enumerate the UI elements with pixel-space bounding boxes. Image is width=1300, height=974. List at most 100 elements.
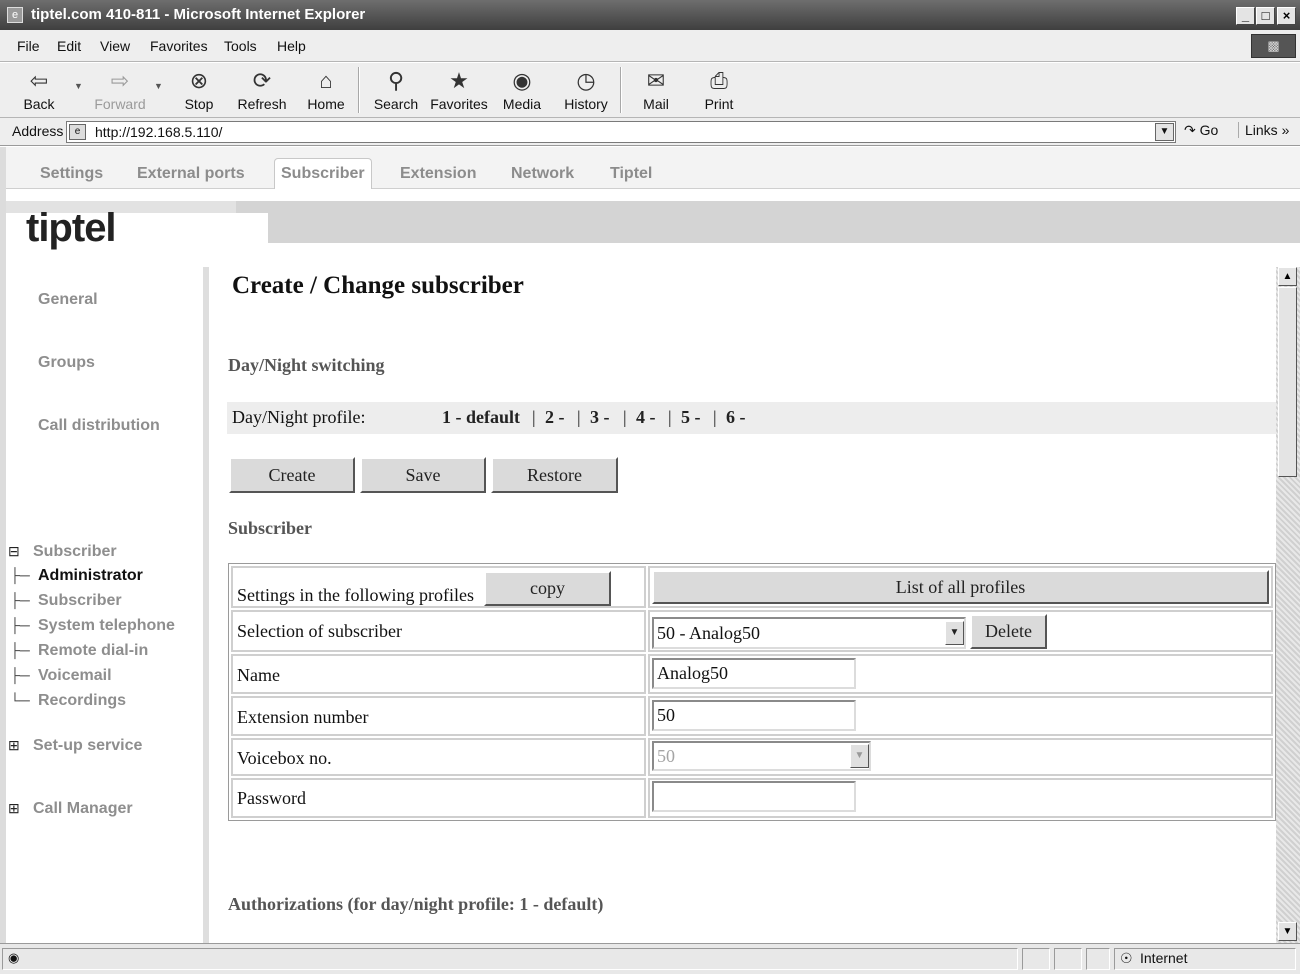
status-panel [1022, 948, 1050, 970]
address-dropdown-icon[interactable]: ▼ [1155, 123, 1174, 141]
stop-button[interactable]: ⊗ Stop [180, 66, 218, 112]
print-button[interactable]: ⎙ Print [698, 66, 740, 112]
tree-connector-icon: ├─ [10, 567, 30, 583]
menu-help[interactable]: Help [277, 38, 306, 54]
create-button[interactable]: Create [229, 457, 355, 493]
toolbar-separator [358, 67, 360, 113]
favorites-button[interactable]: ★ Favorites [428, 66, 490, 112]
sidebar-item-administrator[interactable]: Administrator [38, 567, 143, 585]
menu-favorites[interactable]: Favorites [150, 38, 208, 54]
minimize-button[interactable]: _ [1236, 7, 1255, 25]
menu-bar: File Edit View Favorites Tools Help ▩ [0, 30, 1300, 62]
close-button[interactable]: × [1277, 7, 1296, 25]
chevron-down-icon[interactable]: ▼ [945, 621, 964, 645]
voicebox-label: Voicebox no. [237, 748, 332, 768]
tiptel-logo: tiptel [26, 206, 117, 250]
profile-link-4[interactable]: 4 - [636, 407, 656, 428]
sidebar-item-voicemail[interactable]: Voicemail [38, 667, 112, 685]
profile-link-5[interactable]: 5 - [681, 407, 701, 428]
profile-separator: | [623, 407, 627, 427]
expand-icon[interactable]: ⊞ [8, 800, 20, 817]
password-input[interactable] [652, 781, 856, 812]
subscriber-select[interactable]: 50 - Analog50 [652, 617, 966, 649]
voicebox-select[interactable]: 50 [652, 741, 871, 771]
delete-button[interactable]: Delete [970, 614, 1047, 649]
profile-row: Day/Night profile: 1 - default | 2 - | 3… [227, 402, 1277, 434]
sidebar-item-recordings[interactable]: Recordings [38, 692, 126, 710]
tab-tiptel[interactable]: Tiptel [610, 165, 652, 183]
favorites-icon: ★ [449, 68, 469, 93]
links-button[interactable]: Links » [1238, 122, 1289, 138]
mail-button[interactable]: ✉ Mail [634, 66, 678, 112]
tab-settings[interactable]: Settings [40, 165, 103, 183]
collapse-icon[interactable]: ⊟ [8, 543, 20, 560]
home-button[interactable]: ⌂ Home [304, 66, 348, 112]
go-button[interactable]: ↷ Go [1184, 122, 1218, 139]
sidebar-item-call-distribution[interactable]: Call distribution [38, 417, 160, 435]
tree-connector-icon: ├─ [10, 617, 30, 633]
restore-button[interactable]: □ [1256, 7, 1275, 25]
sidebar-item-remote-dial-in[interactable]: Remote dial-in [38, 642, 148, 660]
tab-subscriber[interactable]: Subscriber [274, 158, 372, 192]
scroll-down-icon[interactable]: ▼ [1278, 922, 1297, 941]
menu-edit[interactable]: Edit [57, 38, 81, 54]
name-label-cell: Name [231, 654, 646, 694]
ie-page-icon: e [7, 7, 23, 23]
copy-button[interactable]: copy [484, 571, 611, 606]
back-button[interactable]: ⇦ Back [20, 66, 58, 112]
forward-dropdown-icon[interactable]: ▼ [154, 81, 163, 91]
window-title: tiptel.com 410-811 - Microsoft Internet … [31, 6, 366, 23]
scroll-up-icon[interactable]: ▲ [1278, 267, 1297, 286]
restore-button-form[interactable]: Restore [491, 457, 618, 493]
tab-external-ports[interactable]: External ports [137, 165, 245, 183]
profile-link-3[interactable]: 3 - [590, 407, 610, 428]
daynight-heading: Day/Night switching [228, 355, 385, 375]
save-button[interactable]: Save [360, 457, 486, 493]
profile-link-1[interactable]: 1 - default [442, 407, 520, 428]
sidebar: General Groups Call distribution ⊟ Subsc… [6, 267, 209, 943]
password-label-cell: Password [231, 778, 646, 818]
profile-link-6[interactable]: 6 - [726, 407, 746, 428]
search-button[interactable]: ⚲ Search [370, 66, 422, 112]
scrollbar-thumb[interactable] [1278, 287, 1297, 477]
profile-link-2[interactable]: 2 - [545, 407, 565, 428]
address-input[interactable]: e http://192.168.5.110/ ▼ [66, 121, 1176, 143]
stop-icon: ⊗ [189, 68, 209, 93]
extension-input[interactable]: 50 [652, 700, 856, 731]
tree-connector-icon: └─ [10, 692, 30, 708]
sidebar-item-general[interactable]: General [38, 291, 98, 309]
forward-button[interactable]: ⇨ Forward [92, 66, 148, 112]
sidebar-item-subscriber[interactable]: Subscriber [38, 592, 122, 610]
sidebar-item-subscriber-group[interactable]: Subscriber [33, 543, 117, 561]
tab-network[interactable]: Network [511, 165, 574, 183]
sidebar-item-system-telephone[interactable]: System telephone [38, 617, 175, 635]
vertical-scrollbar[interactable]: ▲ ▼ [1276, 267, 1300, 943]
voicebox-label-cell: Voicebox no. [231, 738, 646, 776]
expand-icon[interactable]: ⊞ [8, 737, 20, 754]
chevron-right-icon: » [1281, 122, 1290, 138]
password-label: Password [237, 788, 307, 808]
title-bar: e tiptel.com 410-811 - Microsoft Interne… [0, 0, 1300, 30]
copy-label: Settings in the following profiles [237, 585, 474, 605]
extension-label-cell: Extension number [231, 696, 646, 736]
tab-extension[interactable]: Extension [400, 165, 476, 183]
list-all-profiles-button[interactable]: List of all profiles [652, 570, 1269, 604]
name-input[interactable]: Analog50 [652, 658, 856, 689]
sidebar-item-setup-service[interactable]: Set-up service [33, 737, 142, 755]
page-title: Create / Change subscriber [232, 272, 524, 299]
subscriber-heading: Subscriber [228, 518, 313, 538]
media-button[interactable]: ◉ Media [498, 66, 546, 112]
search-icon: ⚲ [387, 68, 405, 93]
menu-file[interactable]: File [17, 38, 40, 54]
back-dropdown-icon[interactable]: ▼ [74, 81, 83, 91]
selection-label: Selection of subscriber [237, 621, 402, 641]
chevron-down-icon[interactable]: ▼ [850, 744, 869, 768]
sidebar-item-groups[interactable]: Groups [38, 354, 95, 372]
menu-view[interactable]: View [100, 38, 130, 54]
menu-tools[interactable]: Tools [224, 38, 257, 54]
mail-icon: ✉ [646, 68, 666, 93]
history-button[interactable]: ◷ History [560, 66, 612, 112]
refresh-button[interactable]: ⟳ Refresh [234, 66, 290, 112]
sidebar-item-call-manager[interactable]: Call Manager [33, 800, 133, 818]
go-arrow-icon: ↷ [1184, 122, 1196, 138]
